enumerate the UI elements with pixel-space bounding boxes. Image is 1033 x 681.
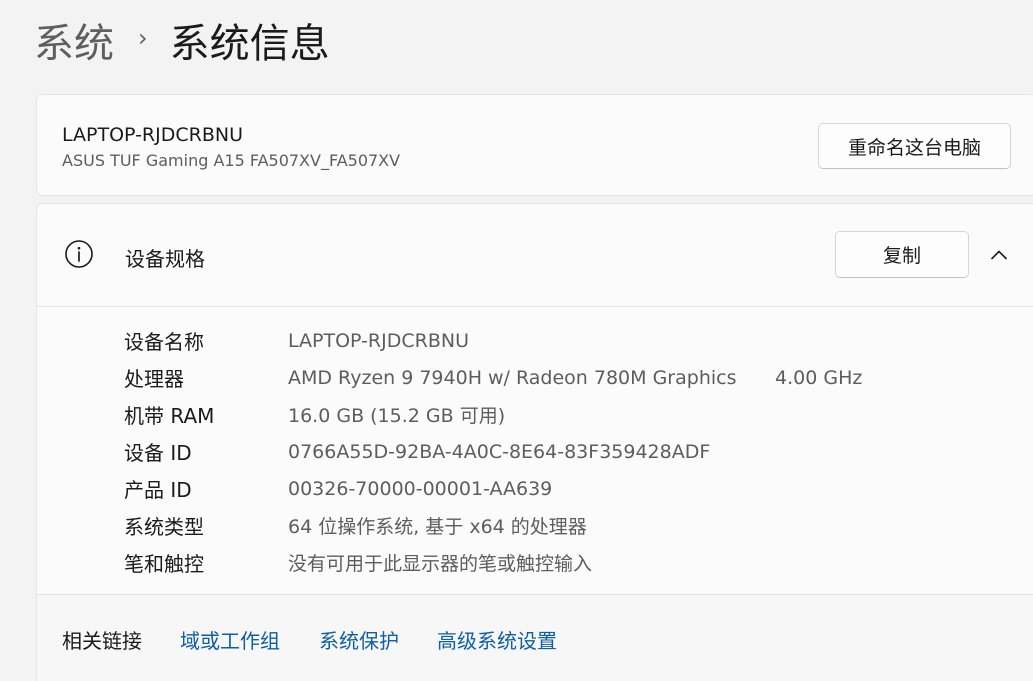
spec-label: 处理器 <box>124 367 184 391</box>
spec-label: 笔和触控 <box>124 552 204 576</box>
breadcrumb: 系统 › 系统信息 <box>34 12 330 68</box>
device-specs-card: 设备规格 复制 设备名称 LAPTOP-RJDCRBNU 处理器 AMD Ryz… <box>36 203 1033 681</box>
spec-row-system-type: 系统类型 64 位操作系统, 基于 x64 的处理器 <box>37 507 1033 544</box>
device-name: LAPTOP-RJDCRBNU <box>62 124 243 146</box>
spec-row-processor: 处理器 AMD Ryzen 9 7940H w/ Radeon 780M Gra… <box>37 359 1033 396</box>
spec-value: 64 位操作系统, 基于 x64 的处理器 <box>288 516 587 538</box>
spec-row-device-id: 设备 ID 0766A55D-92BA-4A0C-8E64-83F359428A… <box>37 433 1033 470</box>
device-card: LAPTOP-RJDCRBNU ASUS TUF Gaming A15 FA50… <box>36 94 1033 196</box>
spec-processor-speed: 4.00 GHz <box>775 366 863 389</box>
copy-button[interactable]: 复制 <box>835 231 969 278</box>
related-links-section: 相关链接 域或工作组 系统保护 高级系统设置 <box>37 594 1033 681</box>
spec-value: 0766A55D-92BA-4A0C-8E64-83F359428ADF <box>288 440 711 463</box>
spec-row-product-id: 产品 ID 00326-70000-00001-AA639 <box>37 470 1033 507</box>
spec-label: 系统类型 <box>124 515 204 539</box>
spec-list: 设备名称 LAPTOP-RJDCRBNU 处理器 AMD Ryzen 9 794… <box>37 308 1033 594</box>
device-specs-header[interactable]: 设备规格 复制 <box>37 204 1033 307</box>
spec-label: 设备 ID <box>124 441 192 465</box>
device-specs-title: 设备规格 <box>125 247 205 271</box>
spec-label: 设备名称 <box>124 330 204 354</box>
spec-value: AMD Ryzen 9 7940H w/ Radeon 780M Graphic… <box>288 366 737 389</box>
spec-row-device-name: 设备名称 LAPTOP-RJDCRBNU <box>37 322 1033 359</box>
page-title: 系统信息 <box>169 21 330 67</box>
breadcrumb-parent-system[interactable]: 系统 <box>34 11 114 69</box>
rename-pc-button[interactable]: 重命名这台电脑 <box>818 123 1011 169</box>
spec-row-pen-touch: 笔和触控 没有可用于此显示器的笔或触控输入 <box>37 544 1033 581</box>
breadcrumb-separator: › <box>138 24 148 52</box>
spec-label: 产品 ID <box>124 478 192 502</box>
link-advanced-system-settings[interactable]: 高级系统设置 <box>437 625 557 654</box>
info-icon <box>64 239 94 269</box>
related-links-label: 相关链接 <box>62 629 142 653</box>
spec-value: 00326-70000-00001-AA639 <box>288 477 553 500</box>
device-model: ASUS TUF Gaming A15 FA507XV_FA507XV <box>62 151 401 170</box>
chevron-up-icon[interactable] <box>989 245 1009 265</box>
link-system-protection[interactable]: 系统保护 <box>319 625 399 654</box>
spec-row-ram: 机带 RAM 16.0 GB (15.2 GB 可用) <box>37 396 1033 433</box>
spec-value: 没有可用于此显示器的笔或触控输入 <box>288 553 593 575</box>
spec-value: LAPTOP-RJDCRBNU <box>288 329 469 352</box>
spec-label: 机带 RAM <box>124 404 215 428</box>
link-domain-workgroup[interactable]: 域或工作组 <box>180 625 280 654</box>
spec-value: 16.0 GB (15.2 GB 可用) <box>288 405 506 427</box>
